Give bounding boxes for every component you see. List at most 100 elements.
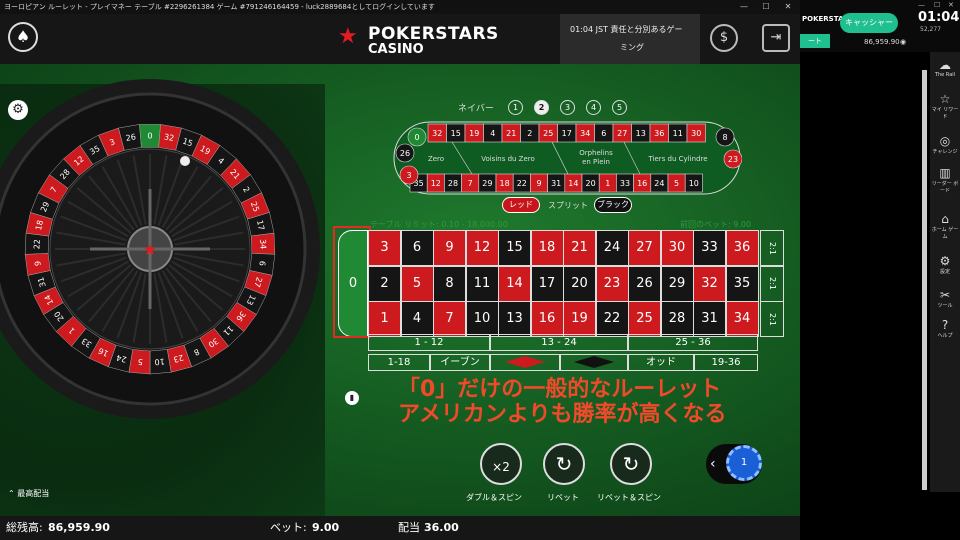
- panel-max-button[interactable]: ☐: [934, 1, 940, 9]
- number-cell-16[interactable]: 16: [530, 301, 564, 338]
- section-tiers-du-cylindre[interactable]: Tiers du Cylindre: [648, 155, 708, 163]
- settings-gear-icon[interactable]: ⚙: [8, 100, 28, 120]
- dozen-3[interactable]: 25 - 36: [628, 334, 758, 351]
- side-item-7[interactable]: ? ヘルプ: [930, 318, 960, 339]
- column-bet-1[interactable]: 2:1: [760, 230, 784, 266]
- bet-odd[interactable]: オッド: [628, 354, 694, 371]
- side-item-3[interactable]: ▥ リーダー ボード: [930, 166, 960, 194]
- exit-icon[interactable]: ⇥: [762, 24, 790, 52]
- bet-red-diamond[interactable]: [490, 354, 560, 371]
- number-cell-21[interactable]: 21: [563, 230, 596, 266]
- number-cell-36[interactable]: 36: [725, 230, 759, 266]
- number-cell-30[interactable]: 30: [660, 230, 694, 266]
- responsible-gaming-notice[interactable]: 01:04 JST 責任と分別あるゲー ミング: [560, 14, 700, 64]
- maximize-button[interactable]: ☐: [758, 0, 774, 14]
- side-tab[interactable]: ート: [800, 34, 830, 48]
- max-payout-toggle[interactable]: ⌃ 最高配当: [8, 488, 49, 499]
- number-cell-34[interactable]: 34: [725, 301, 759, 338]
- racetrack-label-5: 5: [674, 179, 679, 188]
- number-cell-14[interactable]: 14: [498, 265, 531, 302]
- number-cell-7[interactable]: 7: [433, 301, 466, 338]
- neighbor-button-3[interactable]: 3: [560, 100, 575, 115]
- number-cell-4[interactable]: 4: [400, 301, 434, 338]
- close-button[interactable]: ✕: [780, 0, 796, 14]
- number-cell-20[interactable]: 20: [563, 265, 596, 302]
- number-cell-8[interactable]: 8: [433, 265, 466, 302]
- number-cell-12[interactable]: 12: [465, 230, 499, 266]
- side-item-0[interactable]: ☁ The Rail: [930, 58, 960, 78]
- number-cell-23[interactable]: 23: [595, 265, 629, 302]
- rebet-spin-button[interactable]: ↻: [610, 443, 652, 485]
- dozen-1[interactable]: 1 - 12: [368, 334, 490, 351]
- racetrack-label-21: 21: [506, 129, 516, 138]
- bet-split-label: スプリット: [548, 201, 588, 210]
- number-cell-17[interactable]: 17: [530, 265, 564, 302]
- number-cell-26[interactable]: 26: [628, 265, 661, 302]
- number-cell-25[interactable]: 25: [628, 301, 661, 338]
- bet-even[interactable]: イーブン: [430, 354, 490, 371]
- number-cell-32[interactable]: 32: [693, 265, 726, 302]
- rebet-button[interactable]: ↻: [543, 443, 585, 485]
- panel-min-button[interactable]: —: [918, 1, 925, 9]
- bet-low[interactable]: 1-18: [368, 354, 430, 371]
- column-bet-2[interactable]: 2:1: [760, 265, 784, 302]
- number-cell-18[interactable]: 18: [530, 230, 564, 266]
- number-cell-13[interactable]: 13: [498, 301, 531, 338]
- racetrack[interactable]: 32 15 19 4 21 2 25 17 34 6 27 13 36 11 3035 12 28 7 29 18 22…: [392, 120, 742, 196]
- section-orphelins[interactable]: Orphelins: [579, 149, 613, 157]
- neighbor-button-1[interactable]: 1: [508, 100, 523, 115]
- number-cell-22[interactable]: 22: [595, 301, 629, 338]
- pokerstars-logo: ★ POKERSTARS CASINO: [338, 22, 498, 58]
- eye-icon[interactable]: ◉: [900, 38, 906, 46]
- roulette-ball: [180, 156, 190, 166]
- number-cell-11[interactable]: 11: [465, 265, 499, 302]
- bet-black-button[interactable]: ブラック: [594, 197, 632, 213]
- number-cell-2[interactable]: 2: [368, 265, 401, 302]
- number-cell-29[interactable]: 29: [660, 265, 694, 302]
- chevron-left-icon[interactable]: ‹: [710, 456, 716, 472]
- number-cell-9[interactable]: 9: [433, 230, 466, 266]
- number-cell-19[interactable]: 19: [563, 301, 596, 338]
- section-voisins-du-zero[interactable]: Voisins du Zero: [481, 155, 535, 163]
- dozen-2[interactable]: 13 - 24: [490, 334, 628, 351]
- bet-red-button[interactable]: レッド: [502, 197, 540, 213]
- number-cell-35[interactable]: 35: [725, 265, 759, 302]
- number-cell-10[interactable]: 10: [465, 301, 499, 338]
- side-item-1[interactable]: ☆ マイ リワード: [930, 92, 960, 120]
- neighbor-button-2[interactable]: 2: [534, 100, 549, 115]
- number-cell-5[interactable]: 5: [400, 265, 434, 302]
- number-cell-31[interactable]: 31: [693, 301, 726, 338]
- number-cell-6[interactable]: 6: [400, 230, 434, 266]
- column-bet-3[interactable]: 2:1: [760, 301, 784, 338]
- neighbors-label: ネイバー: [458, 104, 494, 114]
- logo-text: POKERSTARS: [368, 24, 499, 44]
- statistics-icon[interactable]: ▮: [345, 391, 359, 405]
- number-cell-15[interactable]: 15: [498, 230, 531, 266]
- panel-close-button[interactable]: ✕: [948, 1, 954, 9]
- side-item-2[interactable]: ◎ チャレンジ: [930, 134, 960, 155]
- cashier-button[interactable]: キャッシャー: [840, 13, 898, 33]
- chip[interactable]: 1: [726, 445, 762, 481]
- neighbor-button-5[interactable]: 5: [612, 100, 627, 115]
- star-icon: ☆: [939, 92, 951, 106]
- wheel-number-10: 10: [154, 357, 165, 367]
- bet-black-diamond[interactable]: [560, 354, 628, 371]
- cashier-icon[interactable]: $: [710, 24, 738, 52]
- side-item-6[interactable]: ✂ ツール: [930, 288, 960, 309]
- bet-high[interactable]: 19-36: [694, 354, 758, 371]
- neighbor-button-4[interactable]: 4: [586, 100, 601, 115]
- number-cell-28[interactable]: 28: [660, 301, 694, 338]
- minimize-button[interactable]: —: [736, 0, 752, 14]
- number-cell-33[interactable]: 33: [693, 230, 726, 266]
- spade-icon[interactable]: ♠: [8, 22, 38, 52]
- section-zero[interactable]: Zero: [428, 155, 444, 163]
- side-item-4[interactable]: ⌂ ホーム ゲーム: [930, 212, 960, 240]
- number-cell-27[interactable]: 27: [628, 230, 661, 266]
- double-spin-button[interactable]: ×2: [480, 443, 522, 485]
- side-item-5[interactable]: ⚙ 設定: [930, 254, 960, 275]
- racetrack-label-34: 34: [580, 129, 590, 138]
- number-cell-24[interactable]: 24: [595, 230, 629, 266]
- side-scrollbar[interactable]: [922, 70, 927, 490]
- number-cell-3[interactable]: 3: [368, 230, 401, 266]
- number-cell-1[interactable]: 1: [368, 301, 401, 338]
